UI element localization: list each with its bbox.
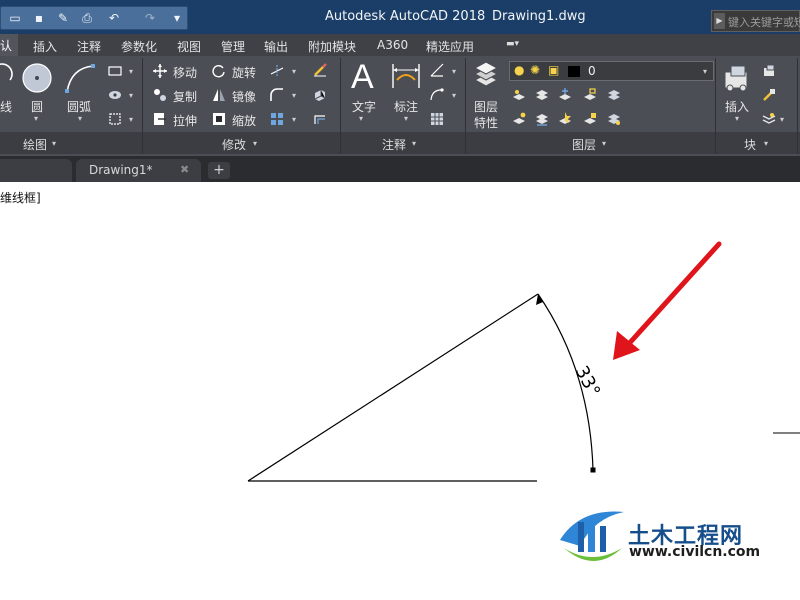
dimension-end-marker: [590, 467, 596, 473]
watermark-url: www.civilcn.com: [629, 544, 761, 560]
drawing-layer: 33°: [247, 241, 800, 561]
hypotenuse-line[interactable]: [247, 293, 539, 482]
watermark-logo-icon: [560, 511, 624, 561]
red-arrow-shaft: [623, 241, 722, 350]
